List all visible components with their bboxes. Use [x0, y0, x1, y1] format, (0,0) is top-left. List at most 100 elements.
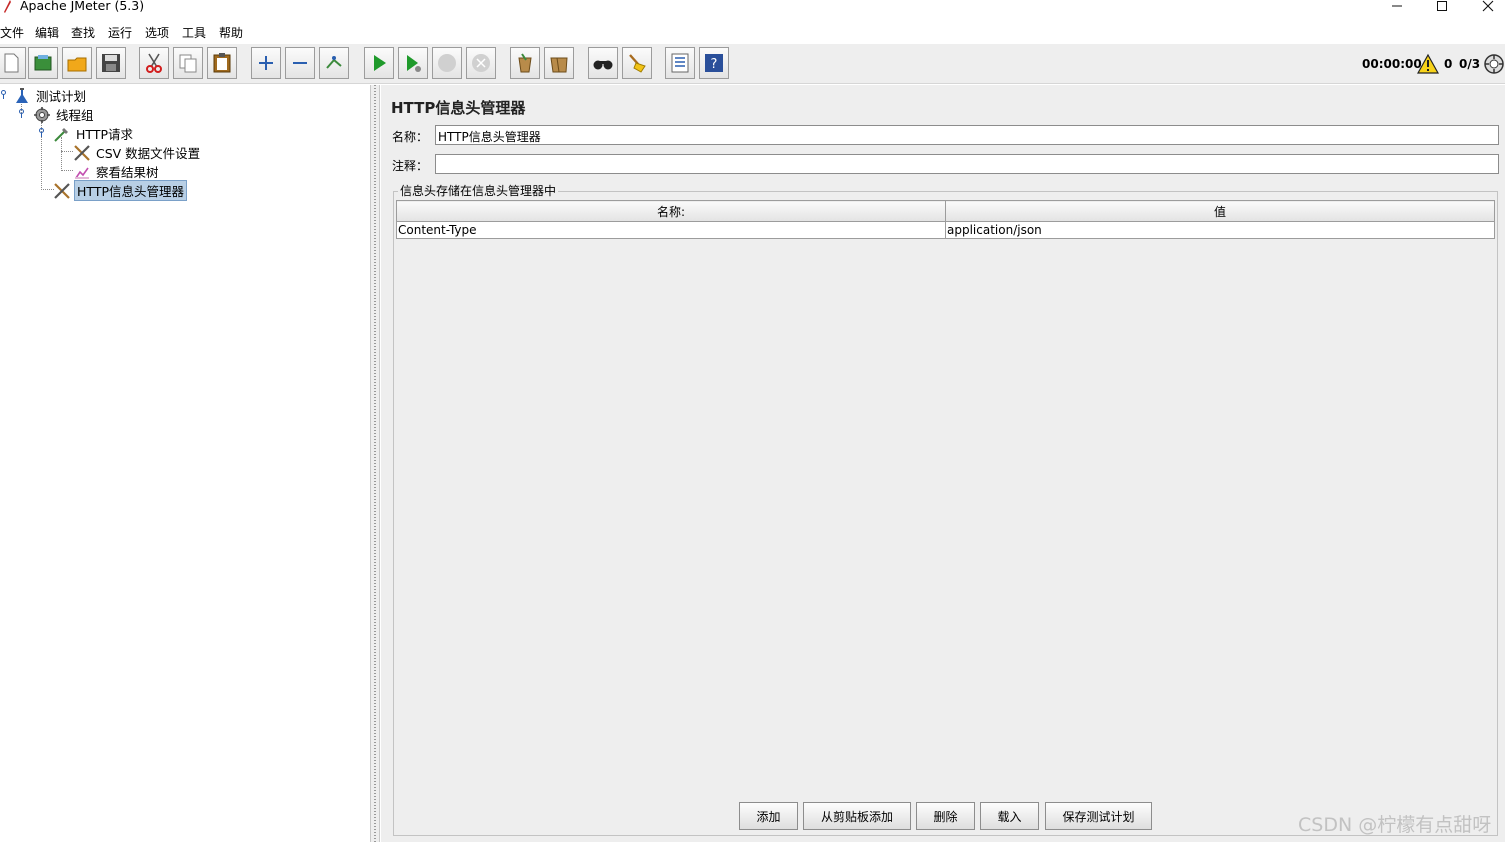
- tree-item-label: 察看结果树: [96, 165, 159, 180]
- save-icon: [102, 54, 120, 72]
- save-button[interactable]: [96, 47, 126, 79]
- reset-search-icon: [629, 54, 646, 73]
- minimize-button[interactable]: [1377, 0, 1417, 16]
- table-row[interactable]: Content-Type application/json: [396, 221, 1495, 239]
- name-label: 名称：: [392, 130, 429, 144]
- start-button[interactable]: [364, 47, 394, 79]
- tree-expander-icon[interactable]: [38, 128, 45, 137]
- new-button[interactable]: [0, 47, 26, 79]
- tree-item-label: HTTP信息头管理器: [74, 180, 187, 201]
- templates-button[interactable]: [28, 47, 58, 79]
- start-no-pause-button[interactable]: [398, 47, 428, 79]
- test-plan-icon: [16, 87, 28, 103]
- clear-icon: [518, 53, 532, 73]
- headers-group-title: 信息头存储在信息头管理器中: [398, 182, 559, 199]
- tree-expander-icon[interactable]: [0, 90, 7, 99]
- tree-item-csv-data-set[interactable]: CSV 数据文件设置: [73, 143, 202, 162]
- header-value-cell[interactable]: application/json: [945, 221, 1495, 239]
- sampler-icon: [54, 127, 68, 142]
- toolbar: ? 00:00:00 0 0/3: [0, 44, 1505, 84]
- add-from-clipboard-button[interactable]: 从剪贴板添加: [803, 802, 911, 830]
- split-pane-divider[interactable]: [370, 85, 380, 842]
- menu-run[interactable]: 运行: [108, 24, 132, 41]
- thread-group-icon: [34, 106, 50, 123]
- stop-icon: [438, 54, 456, 72]
- start-icon: [374, 55, 386, 71]
- elapsed-time: 00:00:00: [1362, 57, 1422, 71]
- menu-options[interactable]: 选项: [145, 24, 169, 41]
- minimize-icon: [1392, 5, 1402, 7]
- collapse-all-button[interactable]: [285, 47, 315, 79]
- menu-help[interactable]: 帮助: [219, 24, 243, 41]
- stop-button[interactable]: [432, 47, 462, 79]
- delete-button[interactable]: 删除: [916, 802, 975, 830]
- reset-search-button[interactable]: [622, 47, 652, 79]
- function-helper-button[interactable]: [665, 47, 695, 79]
- collapse-icon: [293, 62, 307, 64]
- comment-label: 注释：: [392, 159, 429, 173]
- menu-tools[interactable]: 工具: [182, 24, 206, 41]
- remote-status-icon: [1484, 54, 1504, 74]
- maximize-button[interactable]: [1422, 0, 1462, 16]
- jmeter-feather-icon: [4, 0, 11, 13]
- tree-item-http-request[interactable]: HTTP请求: [53, 124, 135, 143]
- menu-bar: 文件 编辑 查找 运行 选项 工具 帮助: [0, 22, 1505, 42]
- config-element-icon: [54, 182, 70, 199]
- headers-group-box: [393, 191, 1498, 836]
- tree-item-thread-group[interactable]: 线程组: [33, 105, 96, 124]
- column-header-name[interactable]: 名称:: [396, 200, 946, 222]
- tree-item-test-plan[interactable]: 测试计划: [13, 86, 88, 105]
- save-test-plan-button[interactable]: 保存测试计划: [1045, 802, 1152, 830]
- tree-item-label: 测试计划: [36, 89, 87, 104]
- header-name-cell[interactable]: Content-Type: [396, 221, 946, 239]
- cut-button[interactable]: [139, 47, 169, 79]
- headers-table: 名称: 值 Content-Type application/json: [396, 200, 1495, 239]
- menu-edit[interactable]: 编辑: [35, 24, 59, 41]
- start-no-pause-icon: [407, 55, 421, 72]
- close-button[interactable]: [1468, 0, 1505, 16]
- clear-all-icon: [550, 57, 568, 73]
- function-helper-icon: [671, 53, 689, 73]
- element-editor-panel: HTTP信息头管理器 名称： HTTP信息头管理器 注释： 信息头存储在信息头管…: [381, 85, 1505, 842]
- clear-button[interactable]: [510, 47, 540, 79]
- open-icon: [67, 57, 87, 72]
- copy-button[interactable]: [173, 47, 203, 79]
- cut-icon: [146, 53, 162, 73]
- tree-item-label: 线程组: [56, 108, 94, 123]
- menu-file[interactable]: 文件: [0, 24, 24, 41]
- close-icon: [1482, 0, 1494, 12]
- templates-icon: [34, 55, 52, 71]
- clear-all-button[interactable]: [544, 47, 574, 79]
- search-button[interactable]: [588, 47, 618, 79]
- test-plan-tree: 测试计划 线程组 HTTP请求 CSV 数据文件设置 察看结果树 HTTP信息头…: [0, 85, 370, 842]
- open-button[interactable]: [62, 47, 92, 79]
- shutdown-button[interactable]: [466, 47, 496, 79]
- help-icon: ?: [705, 54, 723, 72]
- tree-item-http-header-manager[interactable]: HTTP信息头管理器: [53, 180, 187, 201]
- svg-text:?: ?: [711, 57, 718, 72]
- toggle-button[interactable]: [319, 47, 349, 79]
- copy-icon: [179, 54, 197, 73]
- paste-icon: [213, 53, 231, 73]
- csdn-watermark: CSDN @柠檬有点甜呀: [1298, 814, 1492, 836]
- tree-item-label: HTTP请求: [76, 127, 133, 142]
- column-header-value[interactable]: 值: [945, 200, 1495, 222]
- tree-item-label: CSV 数据文件设置: [96, 146, 201, 161]
- listener-icon: [75, 167, 89, 179]
- comment-field[interactable]: [435, 154, 1499, 174]
- tree-expander-icon[interactable]: [18, 109, 25, 118]
- load-button[interactable]: 载入: [980, 802, 1039, 830]
- tree-item-view-results-tree[interactable]: 察看结果树: [73, 162, 161, 181]
- toggle-icon: [326, 56, 342, 69]
- window-title-bar: Apache JMeter (5.3): [0, 0, 1505, 18]
- help-button[interactable]: ?: [699, 47, 729, 79]
- menu-search[interactable]: 查找: [71, 24, 95, 41]
- window-title: Apache JMeter (5.3): [20, 0, 145, 13]
- warning-icon[interactable]: [1417, 53, 1439, 75]
- active-threads: 0/3: [1459, 57, 1481, 71]
- expand-all-button[interactable]: [251, 47, 281, 79]
- search-icon: [593, 60, 613, 70]
- name-field[interactable]: HTTP信息头管理器: [435, 125, 1499, 145]
- add-button[interactable]: 添加: [739, 802, 798, 830]
- paste-button[interactable]: [207, 47, 237, 79]
